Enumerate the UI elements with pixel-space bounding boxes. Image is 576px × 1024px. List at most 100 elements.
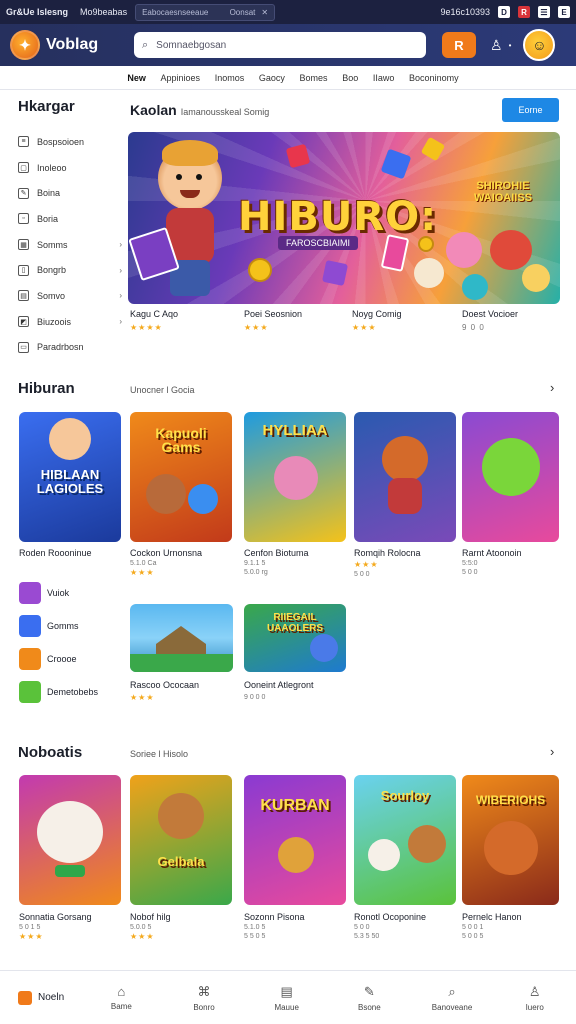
nav-item-gaocy[interactable]: Gaocy — [259, 73, 285, 83]
nav-item-boconinomy[interactable]: Boconinomy — [409, 73, 459, 83]
sidebar-item[interactable]: ≡ Bospsoioen — [18, 129, 122, 155]
card-title-art: HIBLAAN LAGIOLES — [36, 467, 104, 496]
game-card[interactable]: KURBAN — [244, 775, 346, 905]
sidebar-item[interactable]: ▢ Inoleoo — [18, 155, 122, 181]
card-caption: Cenfon Biotuma 9.1.1 5 5.0.0 rg — [244, 548, 309, 576]
sidebar-item[interactable]: ▦ Somms › — [18, 232, 122, 258]
user-icon: ♙ — [528, 983, 541, 999]
caption-meta: 5.0.0 rg — [244, 569, 268, 576]
app-name: Voblag — [46, 36, 99, 53]
nav-item-boo[interactable]: Boo — [342, 73, 358, 83]
nav-item-iiawo[interactable]: IIawo — [373, 73, 395, 83]
sidebar-item[interactable]: ▤ Somvo › — [18, 283, 122, 309]
top-link[interactable]: Mo9beabas — [80, 7, 127, 17]
chevron-icon: › — [119, 291, 122, 301]
sidebar-item[interactable]: ▭ Paradrbosn — [18, 335, 122, 361]
game-card[interactable]: Kapuoli Gams — [130, 412, 232, 542]
top-brand[interactable]: Gr&Ue Islesng — [6, 7, 68, 17]
game-card[interactable]: GelbaIa — [130, 775, 232, 905]
game-card[interactable] — [19, 775, 121, 905]
mini-list-item[interactable]: Croooe — [19, 648, 77, 670]
card-caption: Ooneint Atlegront 9 0 0 0 — [244, 680, 314, 701]
bottom-home[interactable]: Noeln — [0, 990, 80, 1005]
bottom-nav-item[interactable]: ⌕ Banoveane — [411, 984, 494, 1012]
game-card[interactable]: HIBLAAN LAGIOLES — [19, 412, 121, 542]
caption-title: Nobof hilg — [130, 912, 171, 922]
sidebar-item[interactable]: ◩ Biuzoois › — [18, 309, 122, 335]
blue-mascot — [188, 484, 218, 514]
bottom-nav-item[interactable]: ✎ Bsone — [328, 984, 411, 1012]
rating-stars: ★★★ — [352, 323, 377, 332]
sidebar-item[interactable]: ▫ Boria — [18, 206, 122, 232]
chevron-right-icon[interactable]: › — [550, 380, 554, 395]
sidebar-title: Hkargar — [18, 98, 75, 115]
caption-title: Romqih Rolocna — [354, 548, 421, 558]
section-title-hiburan: Hiburan — [18, 380, 75, 397]
bottom-nav-item[interactable]: ▤ Mauue — [245, 984, 328, 1012]
nav-item-appinioes[interactable]: Appinioes — [161, 73, 201, 83]
search-icon: ⌕ — [448, 983, 456, 999]
d-icon[interactable]: D — [498, 6, 510, 18]
r-button[interactable]: R — [442, 32, 476, 58]
rating-stars: ★★★ — [19, 932, 44, 941]
bottom-nav-item[interactable]: ⌘ Bonro — [163, 984, 246, 1012]
caption-meta: 5 0 0 1 — [462, 924, 484, 931]
mini-list-item[interactable]: Gomms — [19, 615, 79, 637]
search-input[interactable]: ⌕ Somnaebgosan — [134, 32, 426, 58]
game-card[interactable]: Sourloy — [354, 775, 456, 905]
sidebar-item-label: Boria — [37, 213, 59, 224]
sidebar-item-label: Inoleoo — [37, 162, 67, 173]
b-icon[interactable]: ☰ — [538, 6, 550, 18]
featured-banner[interactable]: HIBURO: FAROSCBIAIMI SHIROHIE WAIOAIISS — [128, 132, 560, 304]
chevron-icon: › — [119, 240, 122, 250]
game-card[interactable]: WIBERIOHS — [462, 775, 559, 905]
featured-caption[interactable]: Kagu C Aqo ★★★★ — [130, 309, 178, 332]
game-card[interactable]: RIIEGAIL UAAOLERS — [244, 604, 346, 672]
card-caption: Ronotl Ocoponine 5 0 0 5.3 5 50 — [354, 912, 426, 940]
sidebar-item[interactable]: ✎ Boina — [18, 180, 122, 206]
mini-list-item[interactable]: Demetobebs — [19, 681, 98, 703]
bottom-nav-label: Bame — [110, 1002, 132, 1011]
logo-icon[interactable]: ✦ — [10, 30, 40, 60]
e-icon[interactable]: E — [558, 6, 570, 18]
user-menu[interactable]: ♙ • — [490, 37, 511, 54]
gamepad-icon: ⌘ — [197, 983, 211, 999]
bear-face — [408, 825, 446, 863]
game-card[interactable] — [354, 412, 456, 542]
avatar[interactable]: ☺ — [523, 29, 556, 61]
nav-item-bomes[interactable]: Bomes — [300, 73, 328, 83]
bear-body — [388, 478, 422, 514]
list-icon: ≡ — [18, 136, 29, 148]
featured-caption[interactable]: Doest Vocioer 9 0 0 — [462, 309, 518, 332]
mini-thumb — [19, 681, 41, 703]
chevron-right-icon[interactable]: › — [550, 744, 554, 759]
r-icon[interactable]: R — [518, 6, 530, 18]
caption-title: Cenfon Biotuma — [244, 548, 309, 558]
game-card[interactable] — [130, 604, 233, 672]
mini-label: Croooe — [47, 654, 77, 664]
yellow-mascot — [522, 264, 550, 292]
featured-caption[interactable]: Noyg Comig ★★★ — [352, 309, 402, 332]
caption-title: Poei Seosnion — [244, 309, 303, 319]
bottom-nav-item[interactable]: ♙ Iuero — [493, 984, 576, 1012]
caption-meta: 9 0 0 0 — [244, 694, 266, 701]
pink-mascot — [446, 232, 482, 268]
featured-button[interactable]: Eorne — [502, 98, 559, 122]
top-search-field[interactable]: Eabocaesnseeaue Oonsat ✕ — [135, 3, 276, 21]
caption-meta: 5:5:0 — [462, 560, 478, 567]
game-card[interactable] — [462, 412, 559, 542]
nav-item-inomos[interactable]: Inomos — [215, 73, 245, 83]
card-title-art: RIIEGAIL UAAOLERS — [266, 612, 324, 634]
section-title-noboatis: Noboatis — [18, 744, 83, 761]
card-caption: Romqih Rolocna ★★★ 5 0 0 — [354, 548, 421, 578]
close-icon[interactable]: ✕ — [261, 8, 268, 17]
chevron-icon: › — [119, 265, 122, 275]
game-card[interactable]: HYLLIAA — [244, 412, 346, 542]
sidebar-item-label: Somvo — [37, 290, 66, 301]
top-search-button[interactable]: Oonsat — [230, 8, 256, 17]
bottom-nav-item[interactable]: ⌂ Bame — [80, 984, 163, 1011]
nav-item-new[interactable]: New — [127, 73, 146, 83]
mini-list-item[interactable]: Vuiok — [19, 582, 69, 604]
featured-caption[interactable]: Poei Seosnion ★★★ — [244, 309, 302, 332]
sidebar-item[interactable]: ▯ Bongrb › — [18, 257, 122, 283]
